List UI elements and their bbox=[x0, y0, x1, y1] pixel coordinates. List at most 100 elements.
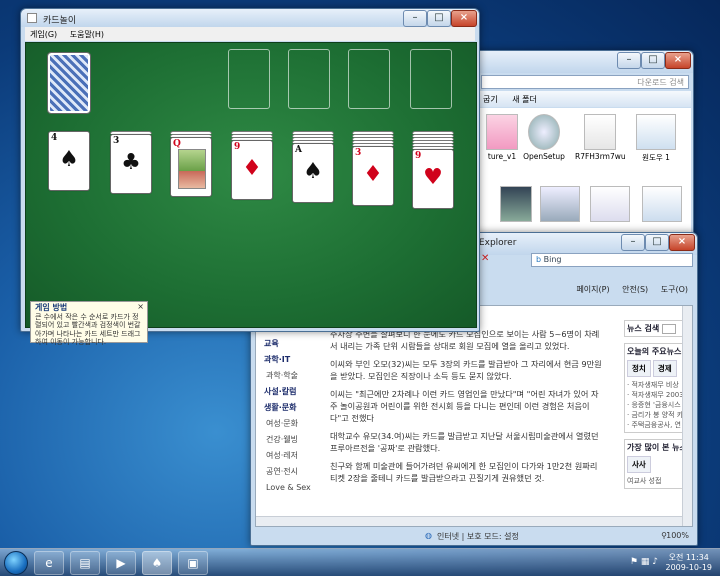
news-search-input[interactable] bbox=[661, 323, 676, 334]
explorer-titlebar[interactable]: – □ × bbox=[475, 51, 693, 73]
file-item[interactable] bbox=[535, 186, 585, 224]
card-suit: ♠ bbox=[59, 147, 79, 172]
file-item[interactable]: 원도우 1 bbox=[631, 114, 681, 163]
globe-icon: ◍ bbox=[425, 531, 432, 540]
left-nav-item[interactable]: 교육 bbox=[264, 336, 324, 352]
new-folder-button[interactable]: 새 폴더 bbox=[506, 91, 543, 108]
menu-help[interactable]: 도움말(H) bbox=[65, 27, 109, 42]
card-rank: 9 bbox=[234, 142, 241, 152]
left-nav-item[interactable]: 과학·IT bbox=[264, 352, 324, 368]
file-item[interactable] bbox=[637, 186, 687, 224]
file-item[interactable] bbox=[491, 186, 541, 224]
file-icon bbox=[486, 114, 518, 150]
queen-face-art bbox=[178, 149, 206, 189]
article-paragraph: 친구와 함께 미술관에 들어가려던 유씨에게 한 모집인이 다가와 1만2천 원… bbox=[330, 461, 598, 483]
close-button[interactable]: × bbox=[665, 52, 691, 69]
solitaire-titlebar[interactable]: 카드놀이 – □ × bbox=[21, 9, 479, 27]
explorer-command-bar: 굽기 새 폴더 bbox=[477, 91, 691, 107]
safety-menu[interactable]: 안전(S) bbox=[617, 281, 653, 298]
close-button[interactable]: × bbox=[669, 234, 695, 251]
tab-politics[interactable]: 정치 bbox=[627, 360, 651, 377]
card-rank: 9 bbox=[415, 151, 422, 161]
left-nav-item[interactable]: 사설·칼럼 bbox=[264, 384, 324, 400]
playing-card[interactable]: 4 ♠ bbox=[48, 131, 90, 191]
volume-icon[interactable]: ♪ bbox=[652, 557, 658, 567]
left-nav-item[interactable]: 생활·문화 bbox=[264, 400, 324, 416]
web-page: 국제교육과학·IT과학·학술사설·칼럼생활·문화여성·문화건강·웰빙여성·레저공… bbox=[255, 305, 693, 527]
media-player-taskbar-icon[interactable]: ▶ bbox=[106, 551, 136, 575]
article: 공함을 찾았다가 현금을 내걸며 주차장 주변을 살펴보니 한 눈에도 카드 모… bbox=[330, 310, 606, 490]
playing-card[interactable]: 3 ♦ bbox=[352, 146, 394, 206]
zoom-level[interactable]: 100% bbox=[666, 531, 689, 540]
cards-app-icon bbox=[27, 13, 37, 23]
start-button[interactable] bbox=[4, 551, 28, 575]
card-rank: 4 bbox=[51, 133, 58, 143]
foundation-slot[interactable] bbox=[228, 49, 270, 109]
file-item[interactable]: OpenSetup bbox=[519, 114, 569, 161]
ie-taskbar-icon[interactable]: e bbox=[34, 551, 64, 575]
image-icon bbox=[642, 186, 682, 222]
foundation-slot[interactable] bbox=[410, 49, 452, 109]
tab-society[interactable]: 사사 bbox=[627, 456, 651, 473]
playing-card[interactable]: 9 ♥ bbox=[412, 149, 454, 209]
document-icon bbox=[584, 114, 616, 150]
clock-time: 오전 11:34 bbox=[668, 553, 709, 562]
bing-search-input[interactable]: b Bing bbox=[531, 253, 693, 267]
ie-status-bar: ◍ 인터넷 | 보호 모드: 설정 ⚲ 100% bbox=[255, 529, 693, 543]
card-rank: 3 bbox=[113, 136, 120, 146]
maximize-button[interactable]: □ bbox=[427, 10, 451, 27]
file-item[interactable]: R7FH3rm7wu bbox=[575, 114, 626, 161]
foundation-slot[interactable] bbox=[288, 49, 330, 109]
explorer-search-input[interactable]: 다운로드 검색 bbox=[481, 75, 689, 89]
close-button[interactable]: × bbox=[451, 10, 477, 27]
card-suit: ♦ bbox=[363, 162, 383, 187]
system-tray: ⚑ ▦ ♪ bbox=[630, 557, 658, 567]
burn-button[interactable]: 굽기 bbox=[477, 91, 504, 108]
playing-card[interactable]: 9 ♦ bbox=[231, 140, 273, 200]
left-nav-item[interactable]: 공연·전시 bbox=[264, 464, 324, 480]
explorer-file-area: ture_v1 OpenSetup R7FH3rm7wu 원도우 1 bbox=[477, 108, 691, 237]
app-taskbar-icon[interactable]: ▣ bbox=[178, 551, 208, 575]
article-paragraph: 이씨와 부인 오모(32)씨는 모두 3장의 카드를 발급받아 그 자리에서 현… bbox=[330, 359, 602, 381]
card-rank: Q bbox=[173, 139, 181, 149]
stop-icon[interactable]: ✕ bbox=[481, 253, 489, 264]
flag-icon[interactable]: ⚑ bbox=[630, 557, 638, 567]
menu-game[interactable]: 게임(G) bbox=[25, 27, 62, 42]
solitaire-taskbar-icon[interactable]: ♠ bbox=[142, 551, 172, 575]
left-nav-item[interactable]: 과학·학술 bbox=[264, 368, 324, 384]
solitaire-menubar: 게임(G) 도움말(H) bbox=[25, 27, 475, 41]
hint-close-button[interactable]: × bbox=[137, 302, 144, 312]
playing-card[interactable]: Q bbox=[170, 137, 212, 197]
explorer-window: – □ × 다운로드 검색 굽기 새 폴더 ture_v1 OpenSetup … bbox=[474, 50, 694, 240]
folder-taskbar-icon[interactable]: ▤ bbox=[70, 551, 100, 575]
tab-economy[interactable]: 경제 bbox=[652, 360, 677, 377]
vertical-scrollbar[interactable] bbox=[682, 306, 692, 526]
left-nav-item[interactable]: 건강·웰빙 bbox=[264, 432, 324, 448]
playing-card[interactable]: 3 ♣ bbox=[110, 134, 152, 194]
tools-menu[interactable]: 도구(O) bbox=[656, 281, 693, 298]
network-icon[interactable]: ▦ bbox=[641, 557, 650, 567]
left-nav: 국제교육과학·IT과학·학술사설·칼럼생활·문화여성·문화건강·웰빙여성·레저공… bbox=[264, 320, 324, 496]
card-rank: A bbox=[295, 145, 302, 155]
horizontal-scrollbar[interactable] bbox=[256, 516, 682, 526]
hint-title: 게임 방법 bbox=[35, 303, 68, 312]
card-suit: ♦ bbox=[242, 156, 262, 181]
hint-tooltip: 게임 방법 큰 수에서 작은 수 순서로 카드가 정렬되어 있고 빨간색과 검정… bbox=[30, 301, 148, 346]
foundation-slot[interactable] bbox=[348, 49, 390, 109]
minimize-button[interactable]: – bbox=[621, 234, 645, 251]
left-nav-item[interactable]: Love & Sex bbox=[264, 480, 324, 496]
status-zone: 인터넷 | 보호 모드: 설정 bbox=[437, 532, 519, 541]
maximize-button[interactable]: □ bbox=[641, 52, 665, 69]
minimize-button[interactable]: – bbox=[617, 52, 641, 69]
page-menu[interactable]: 페이지(P) bbox=[571, 281, 614, 298]
minimize-button[interactable]: – bbox=[403, 10, 427, 27]
file-item[interactable] bbox=[585, 186, 635, 224]
stock-pile[interactable] bbox=[47, 52, 91, 114]
maximize-button[interactable]: □ bbox=[645, 234, 669, 251]
playing-card[interactable]: A ♠ bbox=[292, 143, 334, 203]
solitaire-window: 카드놀이 – □ × 게임(G) 도움말(H) 4 ♠ 3 ♣ Q 9 ♦ A ♠ 3 ♦ 9 ♥ 게임… bbox=[20, 8, 480, 346]
left-nav-item[interactable]: 여성·문화 bbox=[264, 416, 324, 432]
left-nav-item[interactable]: 여성·레저 bbox=[264, 448, 324, 464]
gear-icon bbox=[528, 114, 560, 150]
clock[interactable]: 오전 11:34 2009-10-19 bbox=[666, 553, 713, 573]
